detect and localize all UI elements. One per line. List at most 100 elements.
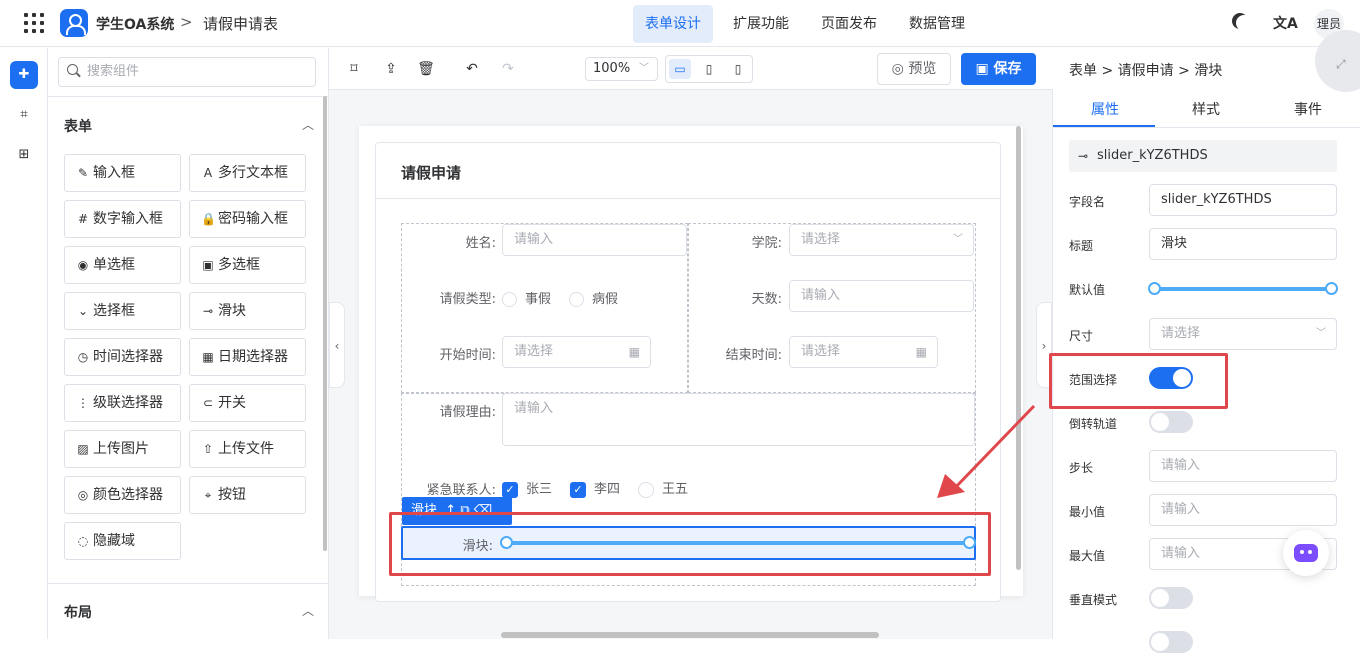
title-label: 标题 [1069, 239, 1094, 253]
component-item[interactable]: ◷ 时间选择器 [64, 338, 181, 376]
component-label: 时间选择器 [93, 349, 163, 365]
title-input[interactable]: 滑块 [1149, 228, 1337, 260]
delete-icon[interactable]: 🗑 [416, 59, 436, 79]
default-value-slider[interactable] [1156, 287, 1332, 291]
default-handle-max[interactable] [1325, 282, 1338, 295]
component-label: 密码输入框 [218, 211, 288, 227]
component-item[interactable]: ▣ 多选框 [189, 246, 306, 284]
component-icon: ◎ [77, 488, 89, 502]
component-item[interactable]: A 多行文本框 [189, 154, 306, 192]
size-label: 尺寸 [1069, 329, 1094, 343]
field-name-input[interactable]: slider_kYZ6THDS [1149, 184, 1337, 216]
collapse-form-icon[interactable]: ︿ [302, 116, 314, 133]
component-item[interactable]: ⌖ 按钮 [189, 476, 306, 514]
checkbox-label: 李四 [594, 482, 621, 497]
design-canvas: ⌑ ⇪ 🗑 ↶ ↷ 100% ﹀ ▭ ▯ ▯ ◎ 预览 ▣ 保存 ‹ › 请假申请… [328, 48, 1053, 639]
unchecked-icon [638, 481, 654, 498]
component-item[interactable]: ⊂ 开关 [189, 384, 306, 422]
component-icon: ▣ [202, 258, 214, 272]
component-item[interactable]: ◎ 颜色选择器 [64, 476, 181, 514]
reverse-track-label: 倒转轨道 [1069, 417, 1118, 431]
eye-icon: ◎ [891, 61, 904, 77]
expand-icon: ⤢ [1336, 57, 1346, 71]
components-rail-icon[interactable]: ✚ [10, 61, 38, 89]
component-item[interactable]: ▦ 日期选择器 [189, 338, 306, 376]
component-item[interactable]: ✎ 输入框 [64, 154, 181, 192]
export-icon[interactable]: ⇪ [381, 59, 401, 79]
nav-extensions[interactable]: 扩展功能 [721, 5, 801, 43]
canvas-toolbar: ⌑ ⇪ 🗑 ↶ ↷ 100% ﹀ ▭ ▯ ▯ ◎ 预览 ▣ 保存 [329, 48, 1053, 90]
component-icon: ✎ [77, 166, 89, 180]
component-item[interactable]: ⋮ 级联选择器 [64, 384, 181, 422]
leave-type-radio-2[interactable]: 病假 [569, 288, 618, 307]
redo-icon[interactable]: ↷ [498, 59, 518, 79]
size-select[interactable]: 请选择 ﹀ [1149, 318, 1337, 350]
component-icon: ◷ [77, 350, 89, 364]
start-time-picker[interactable]: 请选择 ▦ [502, 336, 651, 368]
component-item[interactable]: ⇧ 上传文件 [189, 430, 306, 468]
panel-scrollbar[interactable] [323, 96, 327, 551]
tab-properties[interactable]: 属性 [1055, 99, 1155, 119]
name-input[interactable]: 请输入 [502, 224, 687, 256]
language-icon[interactable]: 文A [1273, 13, 1298, 33]
component-icon: ⊸ [202, 304, 214, 318]
nav-page-publish[interactable]: 页面发布 [809, 5, 889, 43]
leave-type-label: 请假类型: [439, 292, 496, 307]
undo-icon[interactable]: ↶ [462, 59, 482, 79]
desktop-icon[interactable]: ▭ [669, 59, 691, 79]
nav-form-design[interactable]: 表单设计 [633, 5, 713, 43]
mobile-icon[interactable]: ▯ [727, 59, 749, 79]
next-option-switch[interactable] [1149, 631, 1193, 653]
zoom-select[interactable]: 100% ﹀ [585, 57, 658, 81]
vertical-mode-switch[interactable] [1149, 587, 1193, 609]
chevron-down-icon: ﹀ [953, 234, 963, 245]
component-item[interactable]: ⌄ 选择框 [64, 292, 181, 330]
component-item[interactable]: # 数字输入框 [64, 200, 181, 238]
contact-checkbox-2[interactable]: ✓ 李四 [570, 478, 620, 498]
tab-style[interactable]: 样式 [1156, 99, 1256, 119]
nav-data-management[interactable]: 数据管理 [897, 5, 977, 43]
college-select[interactable]: 请选择 ﹀ [789, 224, 974, 256]
properties-panel: ⤢ 表单 > 请假申请 > 滑块 属性 样式 事件 slider_kYZ6THD… [1049, 30, 1360, 653]
reverse-track-switch[interactable] [1149, 411, 1193, 433]
canvas-horizontal-scrollbar[interactable] [501, 632, 879, 638]
step-input[interactable]: 请输入 [1149, 450, 1337, 482]
code-rail-icon[interactable]: ⌗ [10, 101, 38, 129]
end-time-picker[interactable]: 请选择 ▦ [789, 336, 938, 368]
page-title: 请假申请表 [203, 15, 279, 33]
reason-textarea[interactable]: 请输入 [502, 393, 975, 446]
component-label: 上传图片 [93, 441, 149, 457]
contact-checkbox-1[interactable]: ✓ 张三 [502, 478, 552, 498]
days-input[interactable]: 请输入 [789, 280, 974, 312]
leave-type-radio-1[interactable]: 事假 [502, 288, 551, 307]
component-label: 开关 [218, 395, 246, 411]
tree-rail-icon[interactable]: ⊞ [10, 141, 38, 169]
annotation-arrow [937, 404, 1036, 498]
component-item[interactable]: ◌ 隐藏域 [64, 522, 181, 560]
component-item[interactable]: ▨ 上传图片 [64, 430, 181, 468]
collapse-left-handle[interactable]: ‹ [329, 302, 345, 388]
default-handle-min[interactable] [1148, 282, 1161, 295]
component-item[interactable]: ⊸ 滑块 [189, 292, 306, 330]
assistant-bot-icon[interactable] [1283, 530, 1329, 576]
radio-icon [569, 292, 584, 307]
component-search-input[interactable]: 搜索组件 [58, 57, 316, 87]
component-icon: ⇧ [202, 442, 214, 456]
collapse-layout-icon[interactable]: ︿ [302, 602, 314, 619]
tab-events[interactable]: 事件 [1258, 99, 1358, 119]
component-label: 上传文件 [218, 441, 274, 457]
contact-label: 紧急联系人: [426, 483, 496, 498]
component-label: 级联选择器 [93, 395, 163, 411]
dark-mode-icon[interactable] [1236, 15, 1252, 31]
component-label: 选择框 [93, 303, 135, 319]
tablet-icon[interactable]: ▯ [698, 59, 720, 79]
min-input[interactable]: 请输入 [1149, 494, 1337, 526]
preview-button[interactable]: ◎ 预览 [877, 53, 951, 85]
apps-grid-icon[interactable] [24, 13, 44, 33]
contact-checkbox-3[interactable]: 王五 [638, 478, 688, 498]
component-item[interactable]: 🔒 密码输入框 [189, 200, 306, 238]
component-icon: 🔒 [201, 212, 216, 226]
component-item[interactable]: ◉ 单选框 [64, 246, 181, 284]
save-button[interactable]: ▣ 保存 [961, 53, 1036, 85]
code-view-icon[interactable]: ⌑ [344, 59, 364, 79]
